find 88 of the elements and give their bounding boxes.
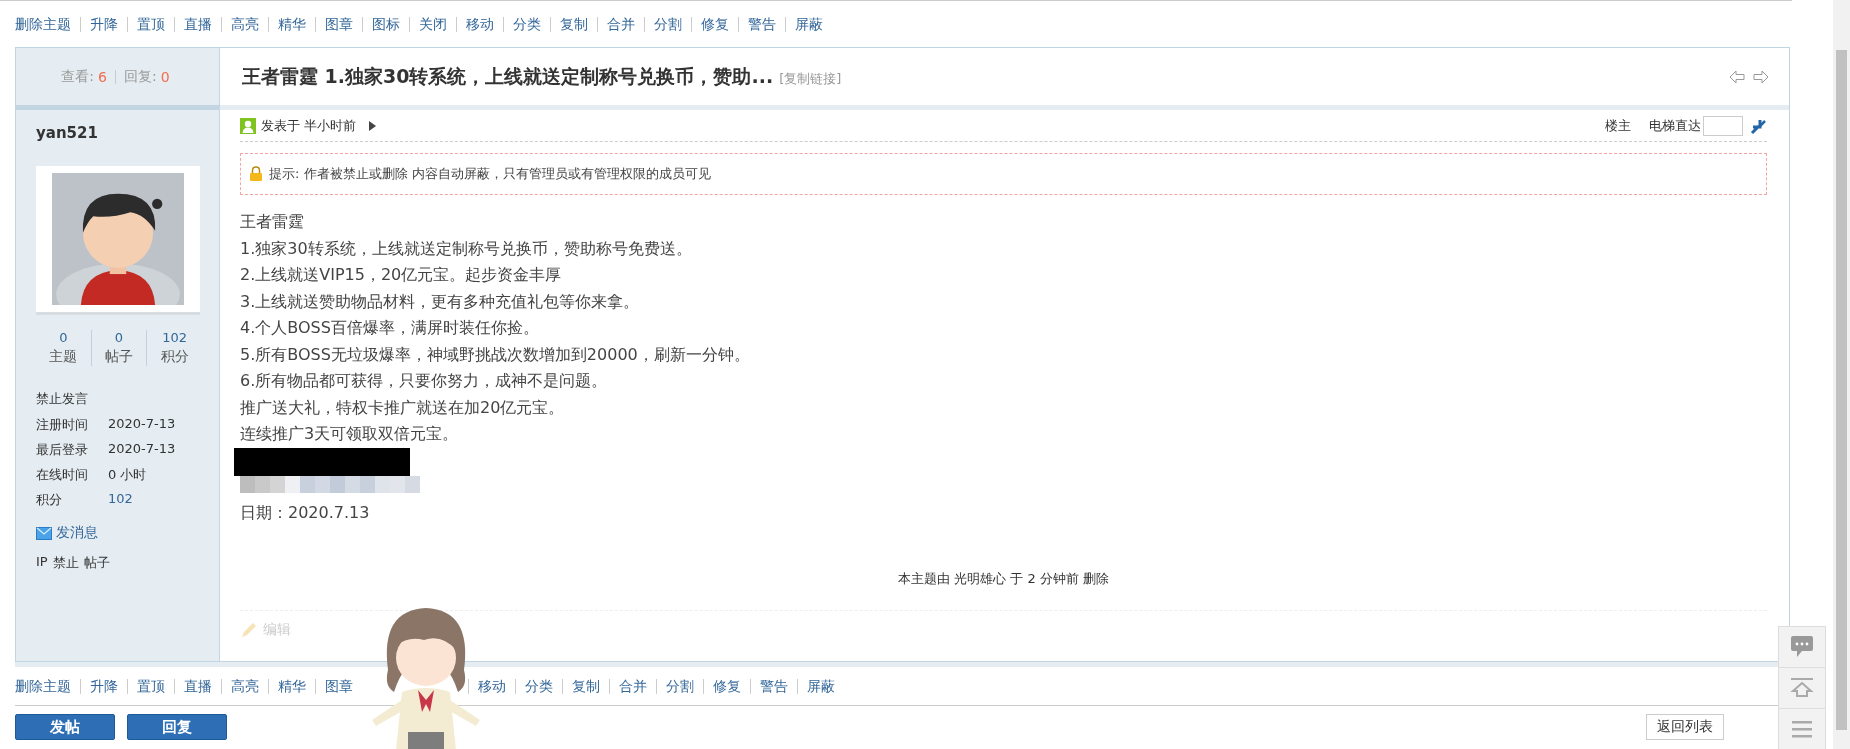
post-text-line: 2.上线就送VIP15，20亿元宝。起步资金丰厚 — [240, 264, 563, 286]
list-icon — [1778, 708, 1826, 749]
next-arrow-icon — [1753, 69, 1769, 84]
replies-label: 回复: — [124, 67, 157, 86]
mod-link[interactable]: 警告 — [738, 16, 785, 32]
comment-icon — [1778, 626, 1826, 668]
lock-icon — [249, 166, 263, 182]
mod-link[interactable]: 修复 — [703, 678, 750, 694]
mod-link[interactable]: 直播 — [174, 678, 221, 694]
back-to-list-link[interactable]: 返回列表 — [1646, 714, 1724, 740]
admin-link[interactable]: 禁止 — [52, 554, 79, 572]
mod-link[interactable]: 置顶 — [127, 678, 174, 694]
info-value: 2020-7-13 — [108, 416, 176, 433]
mod-link[interactable]: 精华 — [268, 16, 315, 32]
post-date: 日期：2020.7.13 — [240, 502, 371, 524]
mod-link[interactable]: 置顶 — [127, 16, 174, 32]
post-button[interactable]: 发帖 — [15, 714, 115, 740]
mod-link[interactable]: 合并 — [609, 678, 656, 694]
count-label: 主题 — [49, 348, 78, 366]
info-label: 在线时间 — [36, 466, 89, 484]
replies-count: 0 — [160, 68, 170, 85]
mod-link[interactable]: 合并 — [597, 16, 644, 32]
post-text-line: 连续推广3天可领取双倍元宝。 — [240, 423, 460, 445]
info-label: 最后登录 — [36, 441, 89, 459]
mod-link[interactable]: 分割 — [644, 16, 691, 32]
user-group: 禁止发言 — [36, 390, 88, 408]
notice-text: 提示: 作者被禁止或删除 内容自动屏蔽，只有管理员或有管理权限的成员可见 — [269, 165, 711, 183]
count-value[interactable]: 102 — [162, 330, 188, 345]
mod-link[interactable]: 直播 — [174, 16, 221, 32]
floor-input-field[interactable] — [1703, 115, 1743, 136]
mod-link[interactable]: 升降 — [80, 678, 127, 694]
post-text-line: 王者雷霆 — [240, 211, 305, 233]
count-value[interactable]: 0 — [59, 330, 68, 345]
admin-link[interactable]: 帖子 — [83, 554, 110, 572]
moderation-note: 本主题由 光明雄心 于 2 分钟前 删除 — [898, 569, 1109, 588]
post-text-line: 4.个人BOSS百倍爆率，满屏时装任你捡。 — [240, 317, 540, 339]
elevator-label: 电梯直达 — [1649, 116, 1701, 135]
mod-link[interactable]: 复制 — [550, 16, 597, 32]
post-text-line: 5.所有BOSS无垃圾爆率，神域野挑战次数增加到20000，刷新一分钟。 — [240, 343, 751, 366]
mod-link[interactable]: 关闭 — [409, 16, 456, 32]
info-label: 注册时间 — [36, 416, 89, 434]
mod-link[interactable]: 复制 — [562, 678, 609, 694]
pencil-icon — [240, 620, 258, 639]
admin-link[interactable]: IP — [36, 554, 48, 572]
mod-link[interactable]: 图章 — [315, 16, 362, 32]
post-time: 发表于 半小时前 — [261, 116, 357, 135]
post-button[interactable]: 回复 — [127, 714, 227, 740]
thread-title: 王者雷霆 1.独家30转系统，上线就送定制称号兑换币，赞助... — [242, 63, 774, 89]
views-count: 6 — [98, 68, 107, 85]
info-value: 2020-7-13 — [108, 441, 176, 458]
caret-icon — [369, 120, 377, 131]
send-message-link[interactable]: 发消息 — [56, 524, 98, 542]
info-value: 0 小时 — [108, 466, 147, 484]
info-label: 积分 — [36, 491, 63, 509]
mod-link[interactable]: 图章 — [315, 678, 362, 694]
post-text-line: 推广送大礼，特权卡推广就送在加20亿元宝。 — [240, 396, 566, 419]
count-label: 积分 — [160, 348, 189, 366]
post-text-line: 3.上线就送赞助物品材料，更有多种充值礼包等你来拿。 — [240, 290, 641, 313]
previous-arrow-icon — [1729, 69, 1745, 84]
mod-link[interactable]: 屏蔽 — [797, 678, 844, 694]
mod-link[interactable]: 图标 — [362, 16, 409, 32]
mod-link[interactable]: 修复 — [691, 16, 738, 32]
back-to-top-icon — [1778, 667, 1826, 709]
mod-link[interactable]: 精华 — [268, 678, 315, 694]
mod-link[interactable]: 移动 — [468, 678, 515, 694]
mod-link[interactable]: 分类 — [515, 678, 562, 694]
mod-link[interactable]: 删除主题 — [15, 16, 80, 32]
views-label: 查看: — [61, 67, 95, 86]
mod-link[interactable]: 高亮 — [221, 678, 268, 694]
scrollbar-thumb[interactable] — [1836, 50, 1847, 730]
mod-link[interactable]: 分割 — [656, 678, 703, 694]
post-text-line: 1.独家30转系统，上线就送定制称号兑换币，赞助称号免费送。 — [240, 237, 693, 260]
post-text-line: 6.所有物品都可获得，只要你努力，成神不是问题。 — [240, 370, 609, 392]
scrollbar[interactable] — [1833, 0, 1850, 749]
count-label: 帖子 — [105, 348, 133, 366]
count-value[interactable]: 0 — [114, 330, 124, 345]
mod-link[interactable]: 删除主题 — [15, 678, 80, 694]
mod-link[interactable]: 屏蔽 — [785, 16, 832, 32]
mod-link[interactable]: 高亮 — [221, 16, 268, 32]
username-link[interactable]: yan521 — [36, 124, 98, 142]
mod-link[interactable]: 升降 — [80, 16, 127, 32]
info-value[interactable]: 102 — [108, 491, 133, 509]
envelope-icon — [36, 526, 52, 540]
mod-link[interactable]: 移动 — [456, 16, 503, 32]
mod-link[interactable]: 警告 — [750, 678, 797, 694]
floor-label: 楼主 — [1605, 116, 1631, 135]
mod-link[interactable]: 分类 — [503, 16, 550, 32]
user-icon — [240, 117, 256, 134]
